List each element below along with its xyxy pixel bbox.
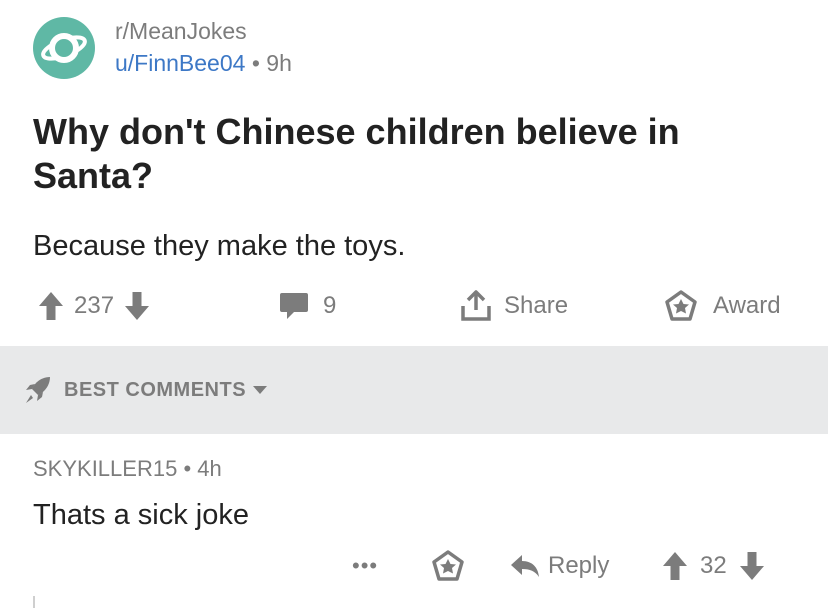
comment-sort-dropdown[interactable]: BEST COMMENTS: [24, 372, 268, 408]
subreddit-name[interactable]: r/MeanJokes: [115, 18, 247, 45]
post-meta: u/FinnBee04 • 9h: [115, 50, 292, 77]
post-title[interactable]: Why don't Chinese children believe in Sa…: [33, 110, 793, 198]
comment-vote-group: 32: [662, 546, 765, 586]
meta-separator: •: [183, 456, 192, 481]
post-score: 237: [74, 292, 115, 319]
sort-label: BEST COMMENTS: [64, 378, 247, 401]
award-button[interactable]: Award: [665, 286, 781, 326]
more-icon: •••: [352, 553, 379, 578]
meta-separator: •: [251, 50, 260, 76]
downvote-arrow-icon[interactable]: [124, 291, 150, 321]
post-body: Because they make the toys.: [33, 230, 406, 262]
comment-author[interactable]: SKYKILLER15: [33, 456, 177, 481]
share-button[interactable]: Share: [460, 286, 568, 326]
share-label: Share: [504, 292, 569, 319]
comment-more-button[interactable]: •••: [352, 546, 378, 586]
comment-bubble-icon: [280, 293, 308, 319]
post-age: 9h: [266, 50, 292, 76]
caret-down-icon: [253, 386, 268, 394]
award-icon: [665, 290, 697, 321]
reply-button[interactable]: Reply: [510, 546, 609, 586]
comment-score: 32: [700, 552, 727, 579]
post-author[interactable]: u/FinnBee04: [115, 50, 245, 76]
post-vote-group: 237: [38, 286, 150, 326]
award-label: Award: [713, 292, 781, 319]
upvote-arrow-icon[interactable]: [38, 291, 64, 321]
rocket-icon: [26, 377, 50, 403]
award-icon: [432, 550, 464, 581]
planet-icon: [41, 33, 87, 63]
comment-count: 9: [323, 292, 337, 319]
comment-body: Thats a sick joke: [33, 499, 249, 531]
downvote-arrow-icon[interactable]: [739, 551, 765, 581]
reply-arrow-icon: [511, 555, 539, 577]
subreddit-avatar[interactable]: [33, 17, 95, 79]
upvote-arrow-icon[interactable]: [662, 551, 688, 581]
comment-meta: SKYKILLER15 • 4h: [33, 456, 222, 482]
comments-button[interactable]: 9: [279, 286, 336, 326]
share-icon: [461, 290, 491, 321]
reply-label: Reply: [548, 552, 610, 579]
reply-thread-line: [33, 596, 35, 608]
comment-award-button[interactable]: [432, 546, 464, 586]
comment-age: 4h: [197, 456, 222, 481]
